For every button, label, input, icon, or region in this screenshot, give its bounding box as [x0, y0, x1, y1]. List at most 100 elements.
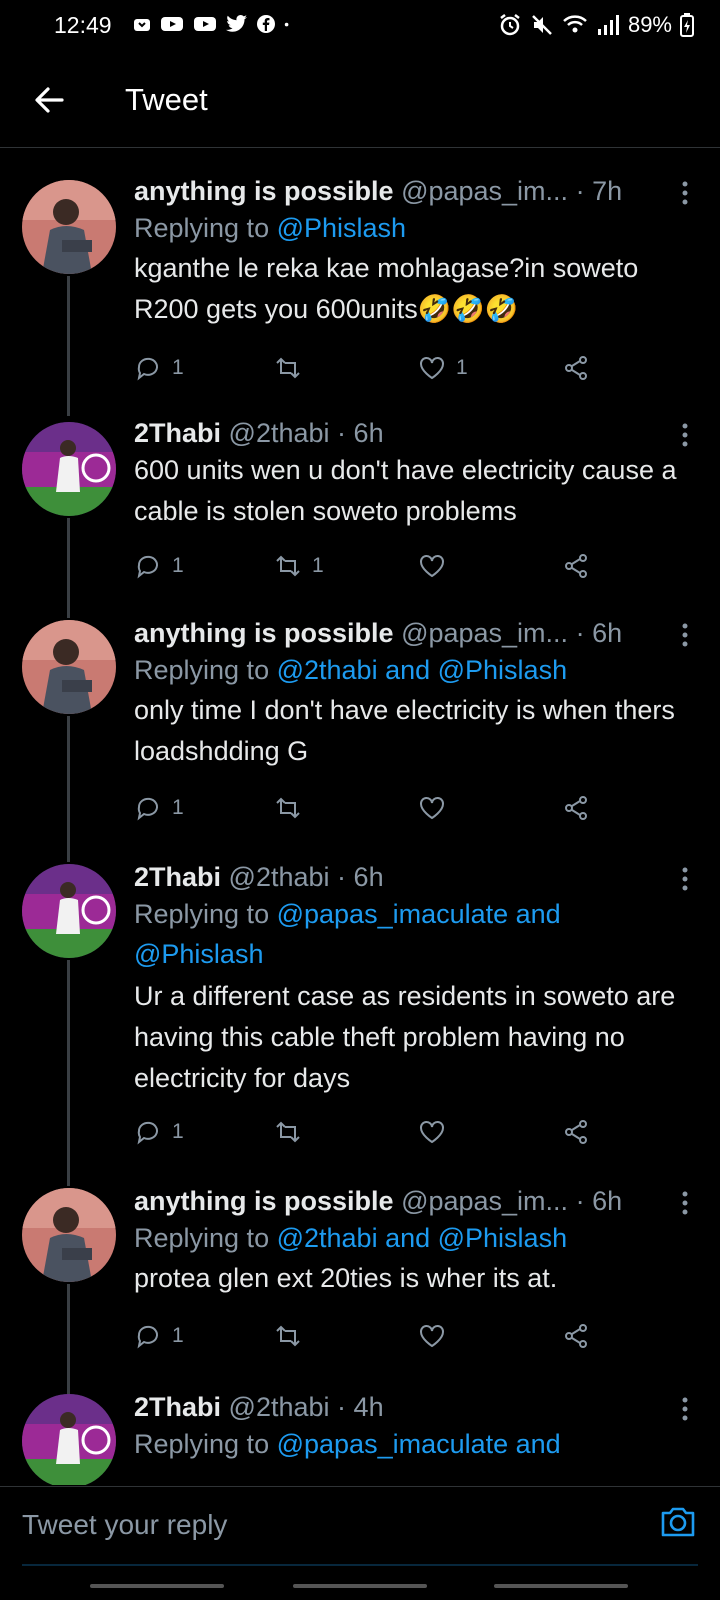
share-button[interactable]	[562, 350, 590, 386]
mention-link[interactable]: @2thabi and @Phislash	[277, 655, 568, 685]
nav-recents-button[interactable]	[90, 1584, 224, 1588]
like-button[interactable]: 1	[418, 350, 468, 386]
more-options-icon[interactable]	[670, 1186, 700, 1220]
retweet-button[interactable]	[274, 1318, 312, 1354]
separator-dot: ·	[337, 418, 347, 448]
like-button[interactable]	[418, 548, 456, 584]
tweet[interactable]: 2Thabi @2thabi · 6h 600 units wen u don'…	[0, 412, 720, 618]
youtube-icon	[194, 17, 216, 31]
more-options-icon[interactable]	[670, 176, 700, 210]
camera-icon[interactable]	[658, 1501, 698, 1541]
retweet-icon	[276, 1325, 300, 1347]
tweet[interactable]: anything is possible @papas_im... · 6h R…	[0, 1176, 720, 1394]
user-handle[interactable]: @2thabi	[229, 1392, 330, 1422]
avatar[interactable]	[22, 864, 116, 958]
like-button[interactable]	[418, 1114, 456, 1150]
tweet[interactable]: 2Thabi @2thabi · 4h Replying to @papas_i…	[0, 1382, 720, 1485]
tweet[interactable]: anything is possible @papas_im... · 7h R…	[0, 162, 720, 416]
avatar-image	[22, 620, 116, 714]
more-options-icon[interactable]	[670, 418, 700, 452]
heart-icon	[420, 555, 444, 578]
reply-button[interactable]: 1	[134, 350, 184, 386]
retweet-button[interactable]: 1	[274, 548, 324, 584]
like-button[interactable]	[418, 790, 456, 826]
mention-link[interactable]: @papas_imaculate and	[277, 1429, 561, 1459]
tweet-text: 600 units wen u don't have electricity c…	[134, 455, 677, 526]
share-icon	[565, 1324, 587, 1348]
more-options-icon[interactable]	[670, 1392, 700, 1426]
share-button[interactable]	[562, 548, 590, 584]
status-bar: 12:49 89%	[0, 0, 720, 56]
avatar-image	[22, 422, 116, 516]
heart-icon	[420, 1121, 444, 1144]
display-name[interactable]: 2Thabi	[134, 862, 221, 892]
replying-to: Replying to @papas_imaculate and	[134, 1424, 690, 1464]
replying-to: Replying to @papas_imaculate and @Phisla…	[134, 894, 614, 974]
display-name[interactable]: 2Thabi	[134, 1392, 221, 1422]
reply-count: 1	[172, 1120, 184, 1143]
twitter-icon	[226, 15, 247, 32]
user-handle[interactable]: @2thabi	[229, 418, 330, 448]
reply-button[interactable]: 1	[134, 548, 184, 584]
reply-button[interactable]: 1	[134, 1318, 184, 1354]
mention-link[interactable]: @Phislash	[277, 213, 406, 243]
retweet-icon	[276, 357, 300, 379]
tweet-thread[interactable]: anything is possible @papas_im... · 7h R…	[0, 162, 720, 1485]
reply-button[interactable]: 1	[134, 1114, 184, 1150]
retweet-button[interactable]	[274, 350, 312, 386]
avatar-image	[22, 1394, 116, 1485]
replying-to-label: Replying to	[134, 1429, 277, 1459]
nav-home-button[interactable]	[293, 1584, 427, 1588]
back-arrow-icon[interactable]	[28, 78, 72, 122]
reply-count: 1	[172, 356, 184, 379]
tweet-text: only time I don't have electricity is wh…	[134, 695, 675, 766]
thread-line	[67, 1284, 70, 1394]
retweet-button[interactable]	[274, 790, 312, 826]
tweet-time: 6h	[353, 862, 384, 892]
mute-icon	[532, 15, 552, 35]
tweet-actions: 1 1	[134, 350, 604, 386]
reply-composer	[0, 1486, 720, 1564]
more-options-icon[interactable]	[670, 618, 700, 652]
avatar[interactable]	[22, 1394, 116, 1485]
notification-icons	[132, 14, 295, 34]
retweet-button[interactable]	[274, 1114, 312, 1150]
reply-icon	[137, 555, 158, 579]
replying-to-label: Replying to	[134, 213, 277, 243]
share-button[interactable]	[562, 790, 590, 826]
nav-back-button[interactable]	[494, 1584, 628, 1588]
share-icon	[565, 356, 587, 380]
tweet-text: protea glen ext 20ties is wher its at.	[134, 1263, 558, 1293]
tweet-header: 2Thabi @2thabi · 6h	[134, 860, 690, 894]
share-button[interactable]	[562, 1114, 590, 1150]
retweet-icon	[276, 797, 300, 819]
facebook-icon	[257, 15, 275, 33]
tweet[interactable]: 2Thabi @2thabi · 6h Replying to @papas_i…	[0, 852, 720, 1186]
reply-input[interactable]	[22, 1501, 622, 1549]
user-handle[interactable]: @papas_im...	[401, 1186, 568, 1216]
page-title: Tweet	[125, 82, 208, 117]
like-button[interactable]	[418, 1318, 456, 1354]
avatar-image	[22, 180, 116, 274]
share-button[interactable]	[562, 1318, 590, 1354]
tweet[interactable]: anything is possible @papas_im... · 6h R…	[0, 608, 720, 862]
avatar[interactable]	[22, 620, 116, 714]
reply-count: 1	[172, 796, 184, 819]
avatar[interactable]	[22, 180, 116, 274]
separator-dot: ·	[337, 862, 347, 892]
avatar[interactable]	[22, 422, 116, 516]
user-handle[interactable]: @2thabi	[229, 862, 330, 892]
display-name[interactable]: anything is possible	[134, 618, 394, 648]
user-handle[interactable]: @papas_im...	[401, 618, 568, 648]
more-options-icon[interactable]	[670, 862, 700, 896]
user-handle[interactable]: @papas_im...	[401, 176, 568, 206]
mention-link[interactable]: @2thabi and @Phislash	[277, 1223, 568, 1253]
display-name[interactable]: anything is possible	[134, 176, 394, 206]
display-name[interactable]: anything is possible	[134, 1186, 394, 1216]
reply-icon	[137, 357, 158, 381]
avatar-image	[22, 1188, 116, 1282]
display-name[interactable]: 2Thabi	[134, 418, 221, 448]
tweet-actions: 1	[134, 1114, 604, 1150]
reply-button[interactable]: 1	[134, 790, 184, 826]
avatar[interactable]	[22, 1188, 116, 1282]
